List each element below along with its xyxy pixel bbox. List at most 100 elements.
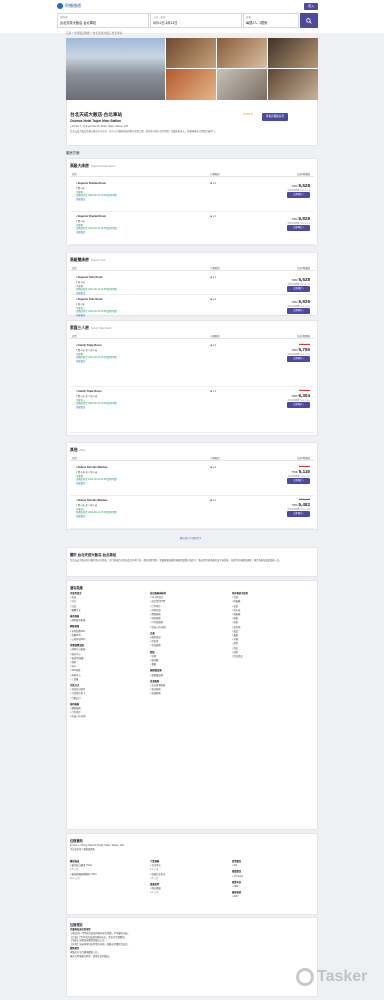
room-price-value: 5,482: [298, 502, 311, 507]
room-group-title-text: 其他: [70, 448, 78, 452]
original-price: TWD 7,004: [298, 390, 310, 392]
book-button[interactable]: 立即預訂 ›: [287, 356, 310, 362]
destination-field[interactable]: 目的地 台北天成大飯店-台北車站: [57, 13, 149, 28]
facility-item: 洗衣服務: [150, 644, 228, 648]
room-name: ▪ Deluxe Twin No Window: [76, 499, 107, 502]
original-price: TWD 5,684: [298, 466, 310, 468]
about-text: 台北天成大飯店位於臺北車站正對面，步行即達台北車站及台北地下街，鄰近博愛特區，距…: [70, 560, 282, 562]
guest-value: 每間2人, 1間房: [246, 21, 268, 25]
room-name: ▪ Superior Twin Room: [76, 298, 103, 301]
room-price: TWD5,755: [292, 347, 310, 352]
room-name: ▪ Family Triple Room: [76, 390, 102, 393]
facilities-column-2: 前台服務與接待24小時前台前台提供門票行李寄存外幣兌換禮賓服務叫車服務行李員服務…: [150, 590, 228, 697]
room-price-value: 5,116: [298, 469, 310, 474]
photo-gallery[interactable]: [66, 38, 318, 100]
col-occupancy: 人數限制: [210, 335, 220, 338]
room-occupancy-text: x 2: [212, 466, 217, 469]
room-name-text: Family Triple Room: [77, 390, 102, 393]
room-details-link[interactable]: 詳細資訊: [76, 405, 85, 409]
col-room-type: 房型: [72, 335, 77, 338]
date-field[interactable]: 入住 - 退房 8月12日-8月13日: [150, 13, 242, 28]
room-table-header: 房型 人數限制 每房/晚價格: [70, 334, 314, 339]
book-button-label: 立即預訂: [292, 309, 303, 312]
info-nearby: 中正紀念堂 / 國家圖書館: [70, 849, 95, 852]
more-rooms-link[interactable]: 顯示其它 5 間房型 ▾: [180, 536, 201, 540]
hotel-photo-main[interactable]: [66, 38, 165, 100]
facility-item: 盥洗用品: [232, 655, 310, 659]
reserve-button[interactable]: 查看房價與房型: [262, 113, 288, 121]
room-price-value: 5,929: [298, 216, 311, 221]
book-button[interactable]: 立即預訂 ›: [287, 192, 310, 198]
room-details-link[interactable]: 詳細資訊: [76, 291, 85, 295]
book-button[interactable]: 立即預訂 ›: [287, 402, 310, 408]
logo-text: 阿頓旅遊: [65, 3, 81, 8]
room-table-header: 房型 人數限制 每房/晚價格: [70, 266, 314, 271]
room-table-header: 房型 人數限制 每房/晚價格: [70, 172, 314, 177]
hotel-address: ⌖ 43 Sec 1, Chung Hsiao W. Road, Taipei,…: [70, 125, 128, 128]
hotel-photo[interactable]: [166, 69, 216, 100]
currency: TWD: [291, 279, 298, 282]
date-value: 8月12日-8月13日: [153, 21, 178, 25]
col-price: 每房/晚價格: [297, 173, 310, 176]
room-group-title: 高級雙床房 Superior Twin: [70, 258, 106, 263]
hotel-photo[interactable]: [268, 38, 318, 68]
book-button-label: 立即預訂: [292, 512, 303, 515]
guest-field[interactable]: 房客 每間2人, 1間房: [243, 13, 299, 28]
room-group-title-en: Superior Twin: [90, 259, 106, 262]
search-icon: [306, 17, 312, 24]
book-button-label: 立即預訂: [292, 193, 303, 196]
search-button[interactable]: [300, 13, 318, 28]
book-button[interactable]: 立即預訂 ›: [287, 308, 310, 314]
hotel-description: 台北天成大飯店坐落於臺北市中正區，位於公共運輸站點與觀光商場之間，從此地可前往台…: [70, 131, 218, 133]
info-title: 住宿資訊: [70, 839, 83, 843]
room-details-link[interactable]: 詳細資訊: [76, 514, 85, 518]
hotel-photo[interactable]: [268, 69, 318, 100]
info-airport-block: 機場接送 臺北松山機場 (TSA) 4.8 公里 臺灣桃園國際機場 (TPE) …: [70, 858, 140, 881]
room-group-title-en: Other: [79, 449, 86, 452]
hotel-photo[interactable]: [166, 38, 216, 68]
room-name-text: Superior Twin Room: [77, 298, 103, 301]
facility-item: 繁體中文: [70, 609, 148, 613]
room-price-value: 6,304: [298, 393, 311, 398]
about-title: 關於 台北天成大飯店-台北車站: [70, 553, 117, 557]
hotel-address-text: 43 Sec 1, Chung Hsiao W. Road, Taipei, T…: [72, 125, 129, 128]
room-details-link[interactable]: 詳細資訊: [76, 313, 85, 317]
col-price: 每房/晚價格: [297, 457, 310, 460]
original-price: TWD 6,091: [298, 499, 310, 501]
col-occupancy: 人數限制: [210, 267, 220, 270]
hotel-photo[interactable]: [217, 69, 267, 100]
room-occupancy: ♟ x 2: [210, 276, 216, 279]
room-occupancy: ♟ x 3: [210, 344, 216, 347]
book-button[interactable]: 立即預訂 ›: [287, 286, 310, 292]
breadcrumb: 首頁 > 台灣飯店推薦 > 台北天成大飯店-台北車站: [66, 32, 123, 35]
site-logo[interactable]: 阿頓旅遊: [57, 3, 81, 9]
room-occupancy: ♟ x 4: [210, 182, 216, 185]
room-details-link[interactable]: 詳細資訊: [76, 197, 85, 201]
room-group-title: 家庭三人房 Family Triple Room: [70, 326, 112, 331]
room-details-link[interactable]: 詳細資訊: [76, 230, 85, 234]
room-details-link[interactable]: 詳細資訊: [76, 481, 85, 485]
room-occupancy-text: x 2: [212, 276, 217, 279]
room-name: ▪ Superior Double Room: [76, 182, 106, 185]
room-details-link[interactable]: 詳細資訊: [76, 359, 85, 363]
room-name-text: Superior Double Room: [77, 215, 106, 218]
hotel-photo[interactable]: [217, 38, 267, 68]
room-group-title-en: Family Triple Room: [90, 327, 112, 330]
room-occupancy: ♟ x 2: [210, 499, 216, 502]
room-price: TWD5,528: [292, 183, 310, 188]
facility-item: 餐廳: [150, 663, 228, 667]
room-name-text: Deluxe Twin No Window: [77, 466, 108, 469]
login-button[interactable]: 登入: [304, 3, 318, 10]
room-occupancy: ♟ x 2: [210, 466, 216, 469]
watermark-text: Tasker: [317, 968, 368, 985]
col-room-type: 房型: [72, 173, 77, 176]
room-name-text: Deluxe Twin No Window: [77, 499, 108, 502]
currency: TWD: [291, 349, 298, 352]
room-group-title: 高級大床房 Superior Double Room: [70, 164, 115, 169]
book-button[interactable]: 立即預訂 ›: [287, 511, 310, 517]
book-button[interactable]: 立即預訂 ›: [287, 225, 310, 231]
book-button[interactable]: 立即預訂 ›: [287, 478, 310, 484]
room-group-title-en: Superior Double Room: [90, 165, 116, 168]
info-floors-value: 17 Floors: [232, 875, 302, 879]
room-group-title: 其他 Other: [70, 448, 86, 453]
